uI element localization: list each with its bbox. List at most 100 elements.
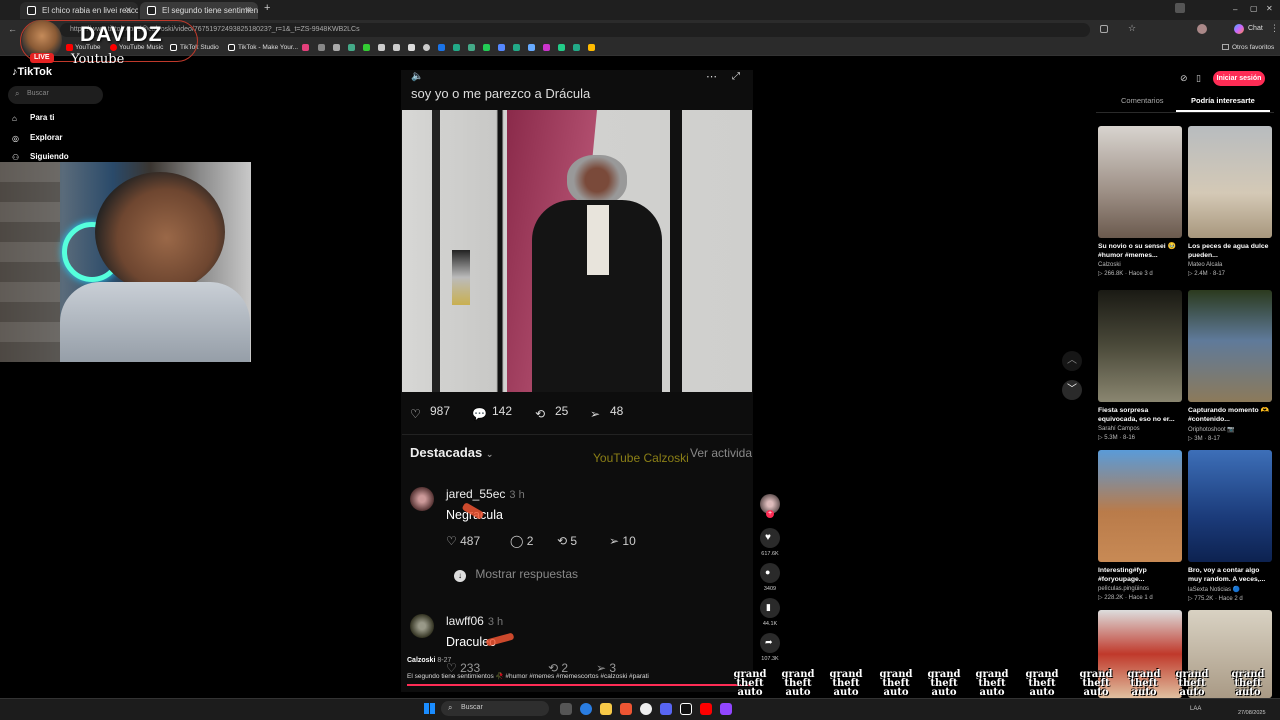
other-bookmarks[interactable]: Otros favoritos — [1232, 42, 1274, 54]
bookmark-tiktok[interactable]: TikTok - Make Your... — [238, 42, 298, 54]
nav-for-you[interactable]: ⌂ Para ti — [12, 113, 54, 123]
profile-avatar[interactable] — [1197, 24, 1207, 34]
avatar[interactable] — [410, 614, 434, 638]
fullscreen-icon[interactable]: ⤢ — [732, 71, 740, 82]
system-clock[interactable]: 27/08/2025 — [1238, 710, 1266, 716]
suggested-video-card[interactable]: Fiesta sorpresa equivocada, eso no er...… — [1098, 290, 1182, 441]
person-head — [95, 172, 225, 292]
avatar[interactable] — [410, 487, 434, 511]
back-icon[interactable]: ← — [8, 24, 17, 34]
edge-icon[interactable] — [580, 703, 592, 715]
search-input[interactable]: ⌕ Buscar — [8, 86, 103, 104]
bookmark-star-icon[interactable]: ☆ — [1128, 23, 1136, 34]
bookmark-icon[interactable] — [468, 44, 475, 51]
repost-stat[interactable]: ⟲ 25 — [535, 404, 568, 421]
comment-share[interactable]: ➢ 10 — [609, 534, 636, 548]
language-indicator[interactable]: LAA — [1190, 706, 1201, 712]
volume-icon[interactable]: 🔈 — [411, 71, 423, 82]
share-stat[interactable]: ➢ 48 — [590, 404, 623, 421]
previous-video-button[interactable]: ︿ — [1062, 351, 1082, 371]
share-button[interactable]: ➦ — [760, 633, 780, 653]
chrome-icon[interactable] — [640, 703, 652, 715]
suggested-video-card[interactable]: Interesting#fyp #foryoupage... pelìculas… — [1098, 450, 1182, 601]
bookmark-icon[interactable] — [483, 44, 490, 51]
menu-icon[interactable]: ⋮ — [1270, 23, 1279, 34]
comment-button[interactable]: ● — [760, 563, 780, 583]
bookmark-icon[interactable] — [498, 44, 505, 51]
install-icon[interactable] — [1100, 25, 1108, 33]
show-replies-button[interactable]: ↓ Mostrar respuestas — [446, 567, 578, 582]
extension-icon[interactable] — [1175, 3, 1185, 13]
tiktok-logo[interactable]: ♪TikTok — [12, 66, 52, 78]
bookmark-icon[interactable] — [378, 44, 385, 51]
like-stat[interactable]: ♡ 987 — [410, 404, 450, 421]
bookmark-icon[interactable] — [348, 44, 355, 51]
tiktok-icon[interactable] — [680, 703, 692, 715]
bookmark-icon[interactable] — [438, 44, 445, 51]
globe-icon[interactable] — [423, 44, 430, 51]
bookmark-icon[interactable] — [453, 44, 460, 51]
video-author[interactable]: Calzoski 8-27 — [407, 657, 451, 664]
suggested-video-card[interactable]: Los peces de agua dulce pueden... Mateo … — [1188, 126, 1272, 277]
bookmark-icon[interactable] — [543, 44, 550, 51]
browser-tab[interactable]: El chico rabia en livei reacciones y ✕ — [20, 2, 138, 19]
suggested-video-card[interactable]: Bro, voy a contar algo muy random. A vec… — [1188, 450, 1272, 602]
tab-comments[interactable]: Comentarios — [1121, 96, 1164, 105]
youtube-icon[interactable] — [700, 703, 712, 715]
bookmark-icon[interactable] — [558, 44, 565, 51]
bookmark-icon[interactable] — [363, 44, 370, 51]
bookmark-icon[interactable] — [333, 44, 340, 51]
like-button[interactable]: ♥ — [760, 528, 780, 548]
comment-username[interactable]: lawff06 3 h — [446, 614, 503, 628]
file-explorer-icon[interactable] — [600, 703, 612, 715]
comments-sort-dropdown[interactable]: Destacadas ⌄ — [410, 445, 493, 460]
taskbar-search-box[interactable]: ⌕ Buscar — [441, 701, 549, 716]
instagram-icon[interactable] — [302, 44, 309, 51]
bookmark-icon[interactable] — [573, 44, 580, 51]
video-thumbnail — [1188, 126, 1272, 238]
close-window-button[interactable]: ✕ — [1266, 4, 1273, 13]
bookmark-icon[interactable] — [513, 44, 520, 51]
bookmark-icon[interactable] — [408, 44, 415, 51]
block-icon[interactable]: ⊘ — [1180, 73, 1188, 84]
task-view-icon[interactable] — [560, 703, 572, 715]
video-frame[interactable] — [402, 110, 752, 392]
next-video-button[interactable]: ﹀ — [1062, 380, 1082, 400]
save-button[interactable]: ▮ — [760, 598, 780, 618]
bookmark-icon[interactable] — [393, 44, 400, 51]
nav-following[interactable]: ⚇ Siguiendo — [12, 152, 69, 162]
comment-like[interactable]: ♡ 487 — [446, 534, 480, 548]
nav-explore[interactable]: ◎ Explorar — [12, 133, 62, 143]
progress-track[interactable] — [407, 684, 752, 686]
play-icon: ▷ — [1188, 271, 1193, 277]
comment-username[interactable]: jared_55ec 3 h — [446, 487, 525, 501]
twitch-icon[interactable] — [720, 703, 732, 715]
maximize-button[interactable]: ▢ — [1250, 4, 1258, 13]
tiktok-icon — [228, 44, 235, 51]
url-field[interactable]: https://www.tiktok.com/@calzoski/video/7… — [60, 23, 1090, 37]
tab-you-may-like[interactable]: Podría interesarte — [1191, 96, 1255, 105]
suggested-video-card[interactable]: Su novio o su sensei 🥹 #humor #memes... … — [1098, 126, 1182, 277]
more-options-icon[interactable]: ⋯ — [706, 70, 717, 83]
comment-stat[interactable]: 💬 142 — [472, 404, 512, 421]
login-button[interactable]: Iniciar sesión — [1213, 71, 1265, 86]
suggested-video-card[interactable]: Capturando momento 🫶 #contenido... Oriph… — [1188, 290, 1272, 442]
bookmark-icon[interactable] — [318, 44, 325, 51]
chat-label[interactable]: Chat — [1248, 25, 1263, 32]
minimize-button[interactable]: – — [1233, 5, 1237, 14]
follow-plus-icon[interactable]: + — [766, 510, 774, 518]
google-drive-icon[interactable] — [588, 44, 595, 51]
bookmark-icon[interactable] — [528, 44, 535, 51]
close-tab-icon[interactable]: ✕ — [124, 2, 132, 19]
see-activity-link[interactable]: Ver actividad — [690, 446, 752, 460]
close-tab-icon[interactable]: ✕ — [244, 2, 252, 19]
comment-repost[interactable]: ⟲ 5 — [557, 534, 577, 548]
browser-tab-active[interactable]: El segundo tiene sentimientos ✕ — [140, 2, 258, 19]
copilot-icon[interactable] — [1234, 24, 1244, 34]
new-tab-button[interactable]: + — [264, 2, 270, 14]
app-icon[interactable] — [620, 703, 632, 715]
discord-icon[interactable] — [660, 703, 672, 715]
comment-reply[interactable]: ◯ 2 — [510, 534, 533, 548]
windows-start-icon[interactable] — [424, 703, 435, 714]
device-icon[interactable]: ▯ — [1196, 73, 1201, 84]
